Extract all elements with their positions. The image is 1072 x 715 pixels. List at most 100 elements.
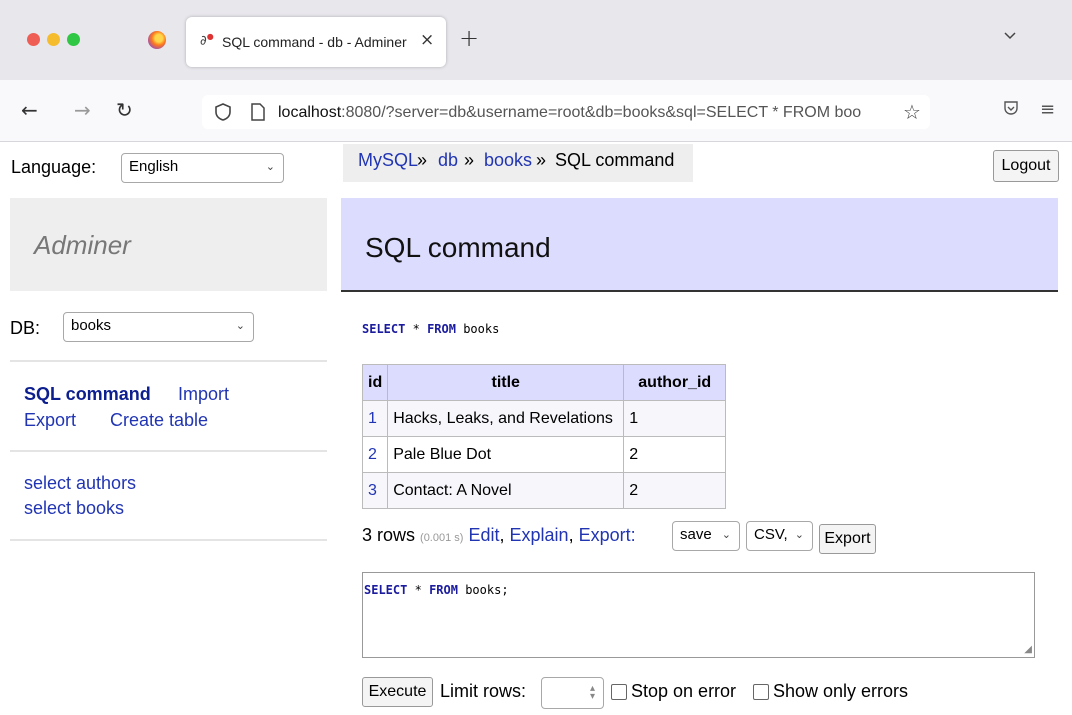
query-time: (0.001 s) [420, 532, 464, 544]
rows-count: 3 rows [362, 525, 416, 545]
logout-button[interactable]: Logout [993, 150, 1059, 182]
db-value: books [71, 317, 112, 334]
tab-title: SQL command - db - Adminer [222, 34, 407, 50]
maximize-window-button[interactable] [67, 33, 80, 46]
sidebar-link-sql-command[interactable]: SQL command [24, 384, 151, 405]
table-row: 2 Pale Blue Dot 2 [361, 436, 727, 473]
language-label: Language: [11, 157, 97, 177]
export-output-value: save [680, 526, 712, 543]
sidebar-link-create-table[interactable]: Create table [110, 410, 208, 431]
sql-keyword: SELECT [364, 583, 408, 597]
url-path: :8080/?server=db&username=root&db=books&… [341, 104, 862, 121]
reload-icon[interactable]: ↻ [116, 100, 133, 120]
export-format-value: CSV, [754, 526, 788, 543]
chevron-down-icon: ⌄ [721, 528, 731, 541]
show-only-errors-checkbox[interactable] [753, 684, 769, 700]
chevron-down-icon: ⌄ [265, 160, 275, 173]
bookmark-star-icon[interactable]: ☆ [899, 100, 921, 124]
row-id-link[interactable]: 2 [361, 436, 389, 473]
stop-on-error-checkbox[interactable] [611, 684, 627, 700]
pocket-icon[interactable] [1003, 100, 1019, 116]
edit-link[interactable]: Edit [468, 525, 499, 545]
db-label: DB: [10, 318, 41, 338]
db-select[interactable]: books ⌄ [63, 312, 254, 342]
hamburger-menu-icon[interactable]: ≡ [1040, 99, 1055, 120]
sidebar-link-import[interactable]: Import [178, 384, 229, 405]
sql-keyword: SELECT [362, 322, 406, 336]
page-icon[interactable] [250, 102, 266, 122]
sql-table: books [463, 322, 500, 336]
export-link[interactable]: Export: [579, 525, 636, 545]
minimize-window-button[interactable] [47, 33, 60, 46]
limit-rows-label: Limit rows: [440, 681, 527, 701]
row-id-link[interactable]: 3 [361, 472, 389, 509]
browser-tab-bar: ∂● SQL command - db - Adminer × + [0, 0, 1072, 80]
stop-on-error-label[interactable]: Stop on error [631, 681, 736, 702]
breadcrumb-separator: » [417, 150, 428, 170]
resize-handle-icon[interactable]: ◢ [1024, 644, 1032, 655]
table-cell: 1 [623, 400, 727, 437]
new-tab-icon[interactable]: + [459, 24, 479, 52]
breadcrumb-db[interactable]: db [438, 150, 458, 171]
show-only-errors-label[interactable]: Show only errors [773, 681, 908, 702]
forward-arrow-icon[interactable]: → [74, 100, 91, 120]
table-cell: 2 [623, 472, 727, 509]
export-button[interactable]: Export [819, 524, 876, 554]
language-select[interactable]: English ⌄ [121, 153, 284, 183]
app-title[interactable]: Adminer [34, 230, 131, 261]
limit-rows-input[interactable]: ▴ ▾ [541, 677, 604, 709]
table-cell: 2 [623, 436, 727, 473]
url-host: localhost [278, 104, 342, 121]
back-arrow-icon[interactable]: ← [21, 100, 38, 120]
results-table: id title author_id 1 Hacks, Leaks, and R… [361, 364, 727, 509]
browser-nav-bar: ← → ↻ localhost:8080/?server=db&username… [0, 80, 1072, 142]
executed-query[interactable]: SELECT * FROM books [362, 322, 499, 336]
column-header[interactable]: author_id [623, 364, 727, 401]
sql-star: * [412, 322, 420, 336]
sidebar-table-link[interactable]: select authors [24, 473, 136, 494]
shield-icon[interactable] [214, 102, 232, 122]
sql-semicolon: ; [501, 583, 509, 597]
sidebar-divider [10, 360, 327, 362]
breadcrumb-current: SQL command [555, 150, 675, 170]
close-window-button[interactable] [27, 33, 40, 46]
page-title: SQL command [365, 232, 551, 263]
tab-list-chevron-icon[interactable] [1003, 28, 1017, 42]
spinner-arrows-icon[interactable]: ▴ ▾ [590, 684, 595, 702]
sql-query-textarea[interactable]: SELECT * FROM books; ◢ [362, 572, 1035, 658]
row-id-link[interactable]: 1 [361, 400, 389, 437]
sidebar-divider [10, 539, 327, 541]
column-header[interactable]: title [387, 364, 625, 401]
language-value: English [129, 158, 179, 175]
sidebar-table-link[interactable]: select books [24, 498, 124, 519]
export-format-select[interactable]: CSV, ⌄ [746, 521, 813, 551]
breadcrumb-books[interactable]: books [484, 150, 532, 171]
column-header[interactable]: id [361, 364, 389, 401]
content-header: SQL command [341, 198, 1058, 292]
breadcrumb-separator: » [536, 150, 547, 170]
explain-link[interactable]: Explain [510, 525, 569, 545]
sql-star: * [414, 583, 422, 597]
execute-button[interactable]: Execute [362, 677, 433, 707]
url-text[interactable]: localhost:8080/?server=db&username=root&… [278, 104, 861, 122]
table-row: 1 Hacks, Leaks, and Revelations 1 [361, 400, 727, 437]
adminer-favicon-icon: ∂● [200, 32, 214, 49]
sql-keyword: FROM [429, 583, 458, 597]
chevron-down-icon: ⌄ [794, 528, 804, 541]
browser-tab[interactable]: ∂● SQL command - db - Adminer × [186, 17, 446, 67]
sidebar-header: Adminer [10, 198, 327, 291]
breadcrumb-mysql[interactable]: MySQL [358, 150, 418, 171]
export-output-select[interactable]: save ⌄ [672, 521, 740, 551]
adminer-page: Language: English ⌄ MySQL » db » books »… [0, 142, 1072, 715]
tab-close-icon[interactable]: × [420, 30, 434, 50]
sidebar-divider [10, 450, 327, 452]
table-row: 3 Contact: A Novel 2 [361, 472, 727, 509]
chevron-down-icon: ⌄ [235, 319, 245, 332]
sql-keyword: FROM [427, 322, 456, 336]
table-cell: Contact: A Novel [387, 472, 625, 509]
sidebar-link-export[interactable]: Export [24, 410, 76, 431]
firefox-logo-icon [148, 31, 166, 49]
breadcrumb: MySQL » db » books » SQL command [343, 144, 693, 182]
address-bar[interactable]: localhost:8080/?server=db&username=root&… [202, 95, 930, 129]
table-header-row: id title author_id [361, 364, 727, 401]
